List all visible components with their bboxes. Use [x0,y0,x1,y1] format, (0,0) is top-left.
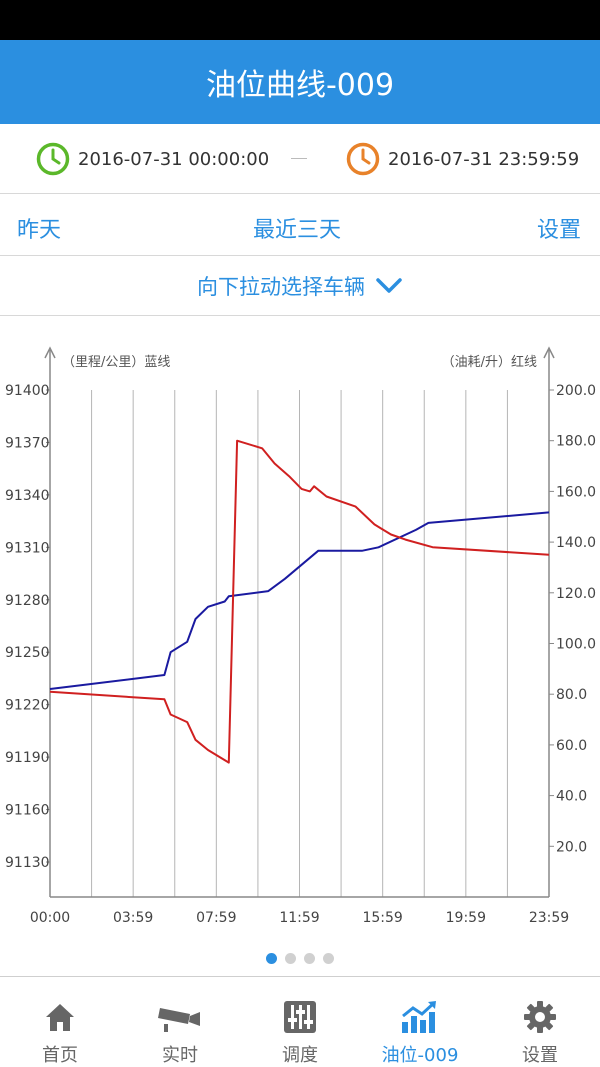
dispatch-icon [284,1001,316,1033]
start-time-text: 2016-07-31 00:00:00 [78,148,270,170]
left-tick-label: 91280 [5,593,50,609]
page-indicator [0,953,600,964]
right-tick-label: 180.0 [556,434,596,450]
left-tick-label: 91160 [5,803,50,819]
title-bar: 油位曲线-009 [0,40,600,124]
camera-icon [158,1008,200,1032]
nav-label-home: 首页 [42,1045,78,1066]
right-tick-label: 100.0 [556,637,596,653]
right-tick-label: 120.0 [556,586,596,602]
x-tick-label: 07:59 [196,910,236,926]
left-tick-label: 91220 [5,698,50,714]
nav-label-dispatch: 调度 [282,1045,318,1066]
nav-item-fuel[interactable]: 油位-009 [360,977,480,1067]
quick-range-tabs: 昨天 最近三天 设置 [0,194,600,256]
left-tick-label: 91130 [5,855,50,871]
fuel-mileage-chart: （里程/公里）蓝线 （油耗/升）红线 91400 91370 91340 91310 912… [5,346,596,926]
x-tick-label: 11:59 [279,910,319,926]
right-tick-label: 60.0 [556,738,587,754]
page-title: 油位曲线-009 [205,68,395,103]
home-icon [46,1004,74,1031]
nav-item-settings[interactable]: 设置 [480,977,600,1067]
right-axis-label: （油耗/升）红线 [442,354,537,370]
end-clock-icon [346,142,380,176]
left-tick-label: 91370 [5,435,50,451]
time-separator [291,158,307,159]
right-tick-label: 160.0 [556,484,596,500]
nav-label-fuel: 油位-009 [381,1045,459,1066]
nav-item-realtime[interactable]: 实时 [120,977,240,1067]
tab-yesterday[interactable]: 昨天 [17,212,61,244]
gear-icon [524,1001,556,1033]
x-tick-label: 19:59 [446,910,486,926]
left-axis-label: （里程/公里）蓝线 [62,355,170,370]
nav-item-dispatch[interactable]: 调度 [240,977,360,1067]
tab-settings[interactable]: 设置 [537,212,581,244]
page-dot[interactable] [304,953,315,964]
status-bar [0,0,600,40]
left-tick-label: 91250 [5,645,50,661]
nav-label-realtime: 实时 [162,1045,198,1066]
right-tick-label: 140.0 [556,535,596,551]
x-tick-label: 23:59 [529,910,569,926]
left-tick-label: 91340 [5,488,50,504]
left-tick-label: 91190 [5,750,50,766]
page-dot[interactable] [285,953,296,964]
time-range-row: 2016-07-31 00:00:00 2016-07-31 23:59:59 [0,124,600,194]
right-tick-label: 80.0 [556,687,587,703]
chevron-down-icon [376,277,402,293]
end-time[interactable]: 2016-07-31 23:59:59 [346,142,579,176]
end-time-text: 2016-07-31 23:59:59 [388,148,580,170]
tab-last-three-days[interactable]: 最近三天 [253,212,341,244]
bottom-nav: 首页 实时 调度 油位-009 设置 [0,976,600,1067]
right-tick-label: 40.0 [556,789,587,805]
page-dot[interactable] [323,953,334,964]
nav-item-home[interactable]: 首页 [0,977,120,1067]
right-tick-label: 200.0 [556,383,596,399]
x-tick-label: 03:59 [113,910,153,926]
x-tick-label: 15:59 [362,910,402,926]
left-tick-label: 91310 [5,540,50,556]
right-tick-label: 20.0 [556,839,587,855]
start-clock-icon [36,142,70,176]
x-tick-label: 00:00 [30,910,70,926]
start-time[interactable]: 2016-07-31 00:00:00 [36,142,269,176]
left-tick-label: 91400 [5,383,50,399]
vehicle-picker[interactable]: 向下拉动选择车辆 [0,256,600,316]
trend-chart-icon [402,1001,436,1033]
vehicle-picker-label: 向下拉动选择车辆 [197,274,365,299]
page-dot[interactable] [266,953,277,964]
nav-label-settings: 设置 [522,1045,558,1066]
